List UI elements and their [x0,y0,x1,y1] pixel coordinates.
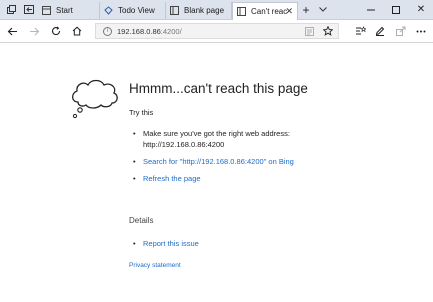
new-tab-button[interactable]: + [298,0,314,19]
close-tab-icon[interactable]: ✕ [285,6,293,17]
favorite-star-icon[interactable] [320,20,336,42]
tab-manager-icon[interactable] [2,0,20,19]
details-list: Report this issue [129,238,309,249]
forward-arrow-icon[interactable] [24,20,44,42]
favorites-hub-icon[interactable] [350,20,370,42]
tab-label: Todo View [118,6,155,15]
chevron-down-icon[interactable] [314,0,332,19]
navigation-toolbar: i 192.168.0.86:4200/ [0,20,433,43]
suggestion-list: Make sure you've got the right web addre… [129,128,309,184]
minimize-button[interactable] [359,0,383,19]
suggestion-check-address: Make sure you've got the right web addre… [129,128,309,150]
app-icon [104,6,113,15]
page-icon [170,6,179,15]
close-window-button[interactable]: ✕ [409,0,433,19]
url-host: 192.168.0.86 [117,26,161,36]
refresh-page-link[interactable]: Refresh the page [129,173,309,184]
set-aside-tabs-icon[interactable] [20,0,38,19]
info-icon[interactable]: i [103,26,112,36]
start-page-icon [42,6,51,15]
back-arrow-icon[interactable] [2,20,22,42]
tab-cant-reach[interactable]: Can't reac ✕ [232,2,298,20]
page-icon [237,7,246,16]
tab-label: Start [56,6,73,15]
try-this-heading: Try this [129,108,154,117]
details-heading[interactable]: Details [129,216,153,225]
web-note-pen-icon[interactable] [370,20,390,42]
tab-todo-view[interactable]: Todo View [100,2,166,19]
tab-start[interactable]: Start [38,2,100,19]
error-title: Hmmm...can't reach this page [129,81,308,96]
thought-cloud-icon [68,76,120,129]
more-menu-icon[interactable] [411,20,431,42]
search-bing-link[interactable]: Search for "http://192.168.0.86:4200" on… [129,156,309,167]
error-page: Hmmm...can't reach this page Try this Ma… [0,43,433,302]
url-path: :4200/ [160,26,182,36]
share-icon[interactable] [391,20,411,42]
reading-view-icon[interactable] [301,20,317,42]
privacy-statement-link[interactable]: Privacy statement [129,262,181,269]
tab-blank-page[interactable]: Blank page [166,2,232,19]
report-issue-link[interactable]: Report this issue [129,238,309,249]
tab-strip: Start Todo View Blank page Can't reac ✕ … [0,0,433,20]
home-icon[interactable] [67,20,87,42]
tab-label: Blank page [184,6,225,15]
refresh-icon[interactable] [46,20,66,42]
maximize-button[interactable] [384,0,408,19]
